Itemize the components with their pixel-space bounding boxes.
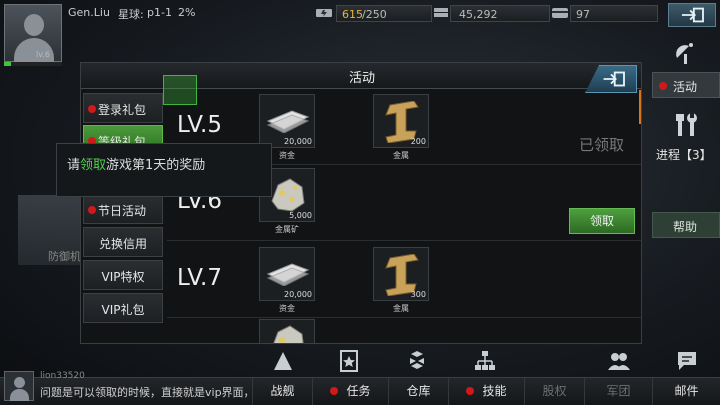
energy-current-value: 615: [342, 8, 363, 21]
tab-warship[interactable]: 战舰: [252, 378, 312, 405]
tools-icon[interactable]: [673, 112, 699, 138]
menu-item-label: VIP特权: [101, 270, 145, 284]
item-name: 资金: [279, 304, 295, 313]
player-name: Gen.Liu: [68, 6, 110, 19]
player-progress-fill: [4, 62, 11, 66]
row-level: LV.5: [177, 112, 223, 138]
menu-vip-gift[interactable]: VIP礼包: [83, 293, 163, 323]
chat-avatar[interactable]: [4, 371, 34, 401]
money-icon: [434, 8, 448, 17]
item-name: 金属: [393, 151, 409, 160]
reward-item-partial[interactable]: [259, 319, 315, 343]
reward-row-lv7: LV.7 20,000 资金 300 金属: [167, 243, 641, 318]
item-quantity: 20,000: [284, 290, 312, 299]
tab-label: 股权: [542, 384, 567, 398]
legion-icon: [608, 353, 630, 370]
item-name: 金属矿: [275, 225, 299, 234]
reward-item-metal[interactable]: 200: [373, 94, 429, 148]
tab-skill[interactable]: 技能: [448, 378, 524, 405]
metal-ore-icon: [271, 178, 305, 212]
side-progress-button[interactable]: 进程【3】: [656, 146, 712, 163]
tab-label: 仓库: [406, 384, 431, 398]
chat-message[interactable]: 问题是可以领取的时候，直接就是vip界面，: [40, 384, 248, 400]
tab-mail[interactable]: 邮件: [652, 378, 720, 405]
tab-label: 邮件: [674, 384, 699, 398]
task-icon: [340, 350, 358, 372]
menu-item-label: 兑换信用: [98, 237, 147, 251]
side-activity-label: 活动: [673, 80, 698, 94]
tutorial-tooltip: 请领取游戏第1天的奖励: [56, 143, 272, 197]
player-level-tag: lv.6: [36, 50, 50, 59]
reward-item-funds[interactable]: 20,000: [259, 247, 315, 301]
side-help-label: 帮助: [673, 220, 698, 234]
avatar-icon: [14, 377, 25, 388]
claim-button[interactable]: 领取: [569, 208, 635, 234]
radar-icon[interactable]: [673, 40, 699, 66]
menu-item-label: VIP礼包: [101, 303, 145, 317]
notification-dot: [88, 105, 96, 113]
card-icon: [552, 8, 568, 18]
item-quantity: 300: [410, 290, 426, 299]
player-progress-bar: [4, 62, 62, 66]
tab-warehouse[interactable]: 仓库: [388, 378, 448, 405]
exit-icon: [681, 7, 704, 23]
menu-vip-privilege[interactable]: VIP特权: [83, 260, 163, 290]
reward-item-funds[interactable]: 20,000: [259, 94, 315, 148]
tab-equity[interactable]: 股权: [524, 378, 584, 405]
tab-task[interactable]: 任务: [312, 378, 388, 405]
item-quantity: 20,000: [284, 137, 312, 146]
avatar-body: [10, 389, 29, 401]
row-level: LV.7: [177, 265, 223, 291]
warship-icon: [274, 352, 292, 370]
tab-label: 任务: [346, 384, 371, 398]
orange-edge-marker: [639, 90, 641, 124]
menu-login-gift[interactable]: 登录礼包: [83, 93, 163, 123]
planet-label: 星球:: [118, 8, 144, 21]
funds-icon: [266, 110, 310, 133]
defense-building-label: 防御机: [48, 250, 81, 263]
tooltip-text: 请领取游戏第1天的奖励: [67, 154, 205, 173]
notification-dot: [88, 206, 96, 214]
skill-tree-icon: [475, 351, 495, 370]
menu-festival[interactable]: 节日活动: [83, 194, 163, 224]
notification-dot: [659, 82, 667, 90]
tooltip-highlight: 领取: [80, 158, 107, 173]
mail-icon: [678, 352, 696, 370]
avatar-icon: [24, 14, 44, 36]
exit-button[interactable]: [668, 3, 716, 27]
metal-ore-icon: [273, 325, 304, 343]
item-quantity: 200: [410, 137, 426, 146]
player-avatar[interactable]: [4, 4, 62, 62]
menu-exchange-credit[interactable]: 兑换信用: [83, 227, 163, 257]
reward-item-metal[interactable]: 300: [373, 247, 429, 301]
energy-icon: [316, 9, 332, 17]
side-help-button[interactable]: 帮助: [652, 212, 720, 238]
tooltip-suffix: 游戏第1天的奖励: [106, 158, 206, 173]
tab-label: 技能: [482, 384, 507, 398]
tab-label: 军团: [606, 384, 631, 398]
notification-dot: [466, 387, 475, 395]
notification-dot: [330, 387, 339, 395]
menu-item-label: 登录礼包: [98, 103, 147, 117]
menu-item-label: 节日活动: [98, 204, 147, 218]
item-quantity: 5,000: [289, 211, 312, 220]
money-value: 45,292: [459, 8, 498, 21]
warehouse-icon: [410, 351, 424, 369]
tooltip-prefix: 请: [67, 158, 81, 173]
tutorial-highlight: [163, 75, 197, 105]
claimed-status: 已领取: [579, 136, 625, 154]
planet-percent: 2%: [178, 6, 196, 19]
funds-icon: [266, 263, 310, 286]
tab-legion[interactable]: 军团: [584, 378, 652, 405]
tab-label: 战舰: [270, 384, 295, 398]
side-activity-button[interactable]: 活动: [652, 72, 720, 98]
energy-max-value: /250: [362, 8, 387, 21]
planet-value: p1-1: [147, 6, 172, 19]
close-icon: [604, 73, 624, 86]
item-name: 金属: [393, 304, 409, 313]
chat-username: lion33520: [40, 371, 85, 381]
card-value: 97: [576, 8, 590, 21]
